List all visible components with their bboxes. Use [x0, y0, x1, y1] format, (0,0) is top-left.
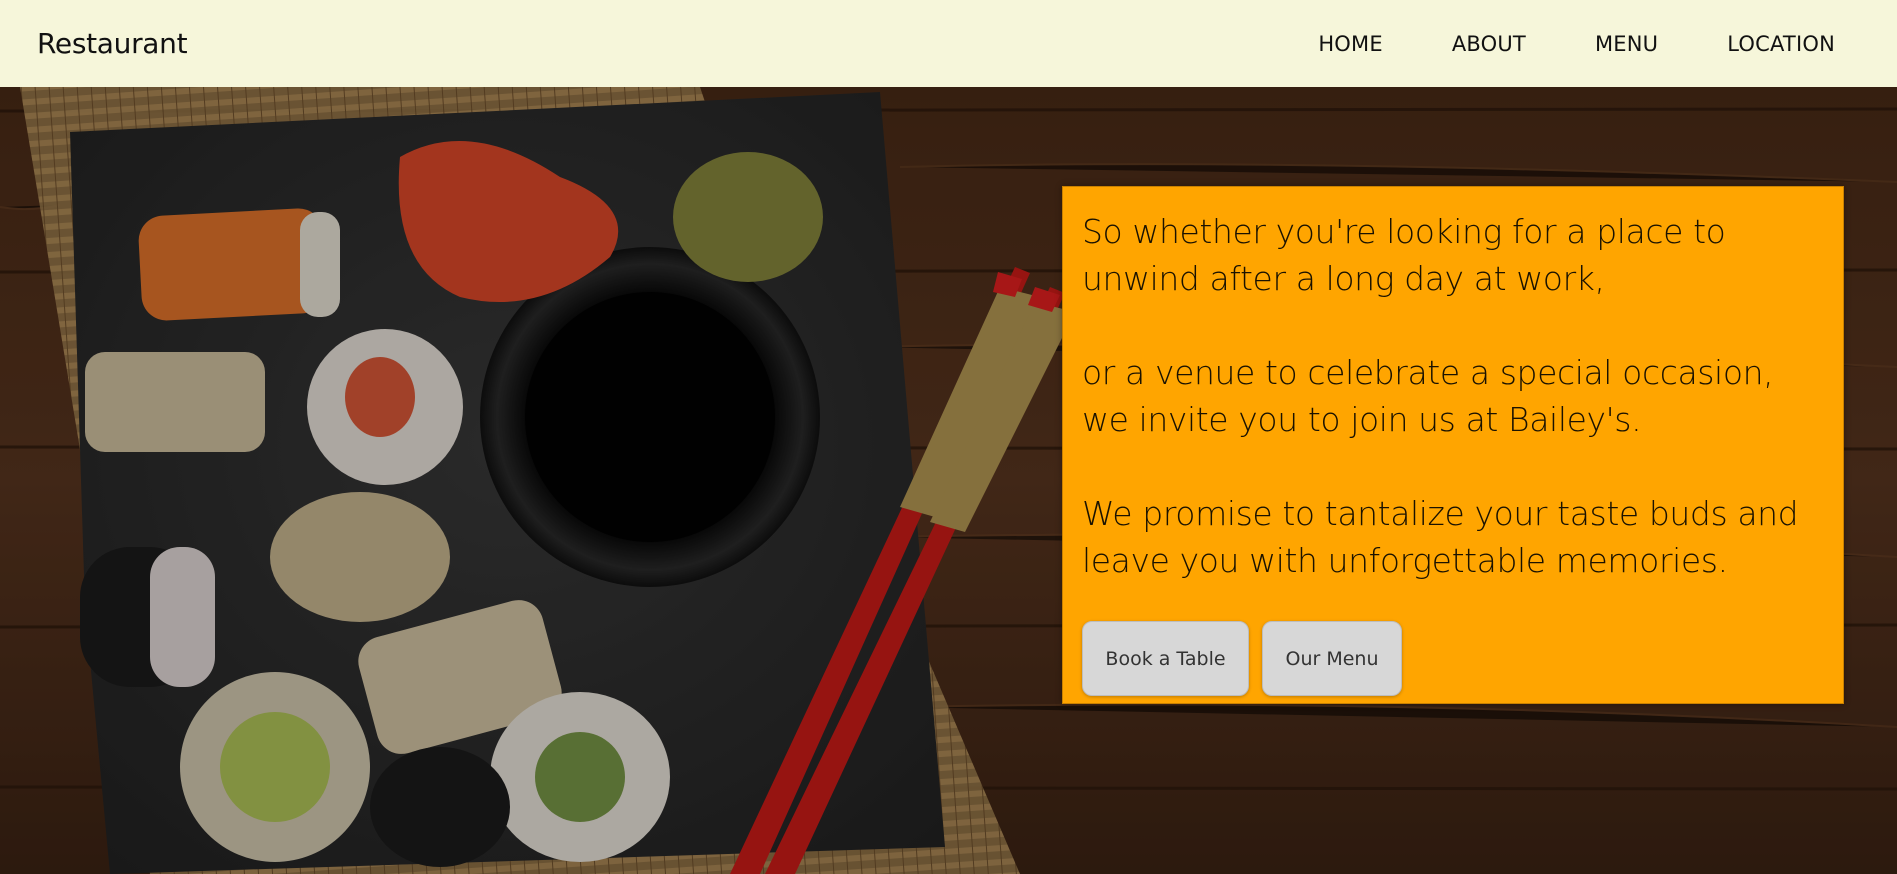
promo-text: So whether you're looking for a place to… — [1082, 208, 1842, 584]
nav-links: HOME ABOUT MENU LOCATION — [1249, 32, 1835, 56]
promo-box: So whether you're looking for a place to… — [1062, 186, 1844, 704]
nav-link-home[interactable]: HOME — [1318, 32, 1383, 56]
brand-logo-text[interactable]: Restaurant — [37, 27, 188, 60]
promo-line: We promise to tantalize your taste buds … — [1082, 494, 1799, 533]
book-table-button[interactable]: Book a Table — [1082, 621, 1249, 696]
hero-section: So whether you're looking for a place to… — [0, 87, 1897, 874]
promo-line: So whether you're looking for a place to — [1082, 212, 1726, 251]
promo-line: we invite you to join us at Bailey's. — [1082, 400, 1642, 439]
navbar: Restaurant HOME ABOUT MENU LOCATION — [0, 0, 1897, 87]
promo-line: leave you with unforgettable memories. — [1082, 541, 1728, 580]
promo-line: unwind after a long day at work, — [1082, 259, 1605, 298]
promo-line: or a venue to celebrate a special occasi… — [1082, 353, 1774, 392]
nav-link-about[interactable]: ABOUT — [1452, 32, 1526, 56]
our-menu-button[interactable]: Our Menu — [1262, 621, 1402, 696]
nav-link-location[interactable]: LOCATION — [1727, 32, 1835, 56]
nav-link-menu[interactable]: MENU — [1595, 32, 1658, 56]
cta-buttons: Book a Table Our Menu — [1082, 621, 1402, 696]
